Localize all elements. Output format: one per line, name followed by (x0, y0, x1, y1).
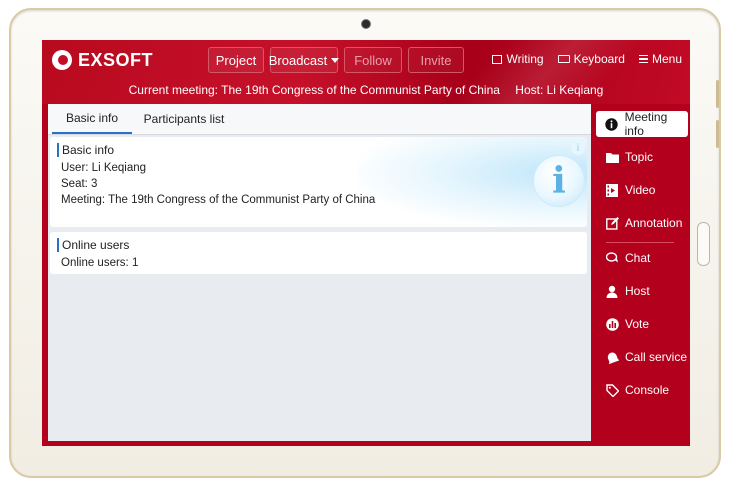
logo-icon (52, 50, 72, 70)
meeting-text: Meeting: The 19th Congress of the Commun… (61, 194, 376, 206)
invite-button-label: Invite (420, 52, 452, 68)
home-button[interactable] (697, 222, 710, 266)
sidebar-item-chat[interactable]: Chat (596, 245, 688, 271)
sidebar-item-annotation[interactable]: Annotation (596, 210, 688, 236)
writing-label: Writing (506, 52, 544, 66)
info-icon (605, 117, 619, 131)
power-key (716, 120, 719, 148)
info-small-glyph: i (576, 142, 580, 154)
video-icon (605, 183, 619, 197)
sidebar-item-label: Meeting info (624, 110, 668, 138)
project-button-label: Project (215, 52, 257, 68)
sidebar-divider (606, 242, 674, 243)
tab-basic-info-label: Basic info (65, 111, 119, 125)
writing-icon (492, 54, 503, 64)
tab-participants-list-label: Participants list (143, 112, 225, 126)
sidebar-item-vote[interactable]: Vote (596, 311, 688, 337)
online-users-count: Online users: 1 (61, 257, 139, 269)
volume-key (716, 80, 719, 108)
follow-button[interactable]: Follow (344, 47, 402, 73)
brand-name: EXSOFT (78, 49, 154, 70)
online-users-title: Online users (57, 238, 129, 252)
menu-label: Menu (651, 52, 682, 66)
basic-info-title: Basic info (57, 143, 114, 157)
online-users-card: Online users Online users: 1 (50, 232, 587, 274)
current-meeting-text: Current meeting: The 19th Congress of th… (128, 83, 500, 97)
sidebar-item-label: Call service (625, 350, 688, 364)
invite-button[interactable]: Invite (408, 47, 464, 73)
sidebar-item-host[interactable]: Host (596, 278, 688, 304)
folder-icon (605, 150, 619, 164)
sidebar-item-label: Host (625, 284, 650, 298)
sidebar-item-label: Video (625, 183, 656, 197)
main-content: Basic info Participants list i i Basic i… (48, 104, 591, 441)
top-bar: EXSOFT Project Broadcast Follow Invite W… (42, 40, 690, 140)
tab-bar: Basic info Participants list (48, 104, 591, 135)
follow-button-label: Follow (354, 52, 392, 68)
broadcast-button-label: Broadcast (268, 52, 328, 68)
sidebar-item-label: Annotation (625, 216, 683, 230)
user-text: User: Li Keqiang (61, 162, 147, 174)
hamburger-icon (638, 55, 648, 63)
broadcast-button[interactable]: Broadcast (268, 47, 340, 73)
right-sidebar: Meeting info Topic Video Annotation Chat… (592, 104, 690, 446)
tab-basic-info[interactable]: Basic info (52, 104, 132, 134)
keyboard-icon (557, 55, 570, 63)
sidebar-item-console[interactable]: Console (596, 377, 688, 403)
sidebar-item-label: Chat (625, 251, 651, 265)
keyboard-label: Keyboard (573, 52, 625, 66)
sidebar-item-label: Topic (625, 150, 654, 164)
user-icon (605, 284, 619, 298)
menu-button[interactable]: Menu (638, 52, 682, 66)
chevron-down-icon (331, 57, 340, 63)
sidebar-item-meeting-info[interactable]: Meeting info (596, 110, 688, 138)
sidebar-item-label: Vote (625, 317, 650, 331)
info-small-icon: i (571, 141, 585, 155)
keyboard-button[interactable]: Keyboard (557, 52, 625, 66)
brand-logo: EXSOFT (52, 47, 153, 73)
app-screen: EXSOFT Project Broadcast Follow Invite W… (42, 40, 690, 446)
top-right-menu: Writing Keyboard Menu (492, 52, 682, 66)
info-large-glyph: i (552, 160, 566, 202)
seat-text: Seat: 3 (61, 178, 98, 190)
tab-participants-list[interactable]: Participants list (132, 104, 236, 134)
sidebar-item-video[interactable]: Video (596, 177, 688, 203)
project-button[interactable]: Project (208, 47, 264, 73)
sidebar-item-topic[interactable]: Topic (596, 144, 688, 170)
sidebar-item-call-service[interactable]: Call service (596, 344, 688, 370)
bell-icon (605, 350, 619, 364)
meeting-bar: Current meeting: The 19th Congress of th… (42, 83, 690, 97)
sidebar-item-label: Console (625, 383, 670, 397)
tag-icon (605, 383, 619, 397)
camera-icon (361, 19, 371, 29)
basic-info-card: i i Basic info User: Li Keqiang Seat: 3 … (50, 137, 587, 227)
chat-icon (605, 251, 619, 265)
vote-icon (605, 317, 619, 331)
writing-button[interactable]: Writing (492, 52, 544, 66)
info-large-icon: i (533, 155, 585, 207)
edit-icon (605, 216, 619, 230)
host-text: Host: Li Keqiang (515, 83, 604, 97)
